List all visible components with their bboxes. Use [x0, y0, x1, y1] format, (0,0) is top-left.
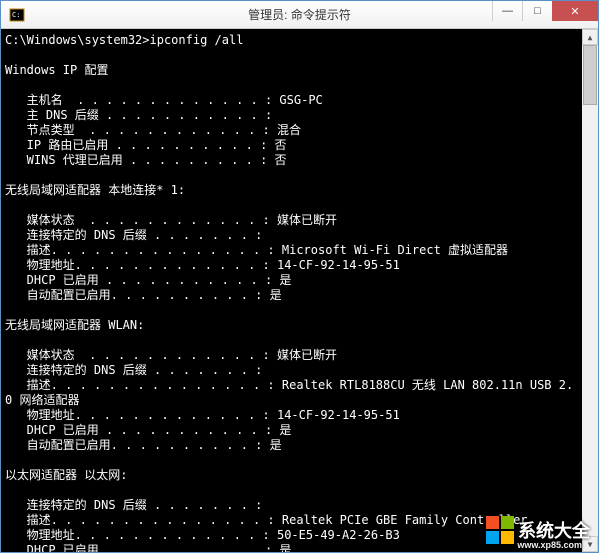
adapter-line: 描述. . . . . . . . . . . . . . . : Realte… [5, 513, 528, 527]
command-prompt-window: C: 管理员: 命令提示符 — □ ✕ C:\Windows\system32>… [0, 0, 599, 553]
minimize-button[interactable]: — [492, 1, 522, 21]
adapter-line: 描述. . . . . . . . . . . . . . . : Micros… [5, 243, 508, 257]
adapter-line: 物理地址. . . . . . . . . . . . . : 14-CF-92… [5, 258, 400, 272]
watermark-url: www.xp85.com [517, 540, 582, 550]
adapter-line: 物理地址. . . . . . . . . . . . . : 50-E5-49… [5, 528, 400, 542]
command: ipconfig /all [150, 33, 244, 47]
window-title: 管理员: 命令提示符 [248, 6, 351, 23]
app-icon: C: [7, 5, 27, 25]
section-header: Windows IP 配置 [5, 63, 108, 77]
adapter-line: DHCP 已启用 . . . . . . . . . . . : 是 [5, 543, 291, 552]
watermark: 系统大全 www.xp85.com [486, 516, 590, 544]
adapter-line: 自动配置已启用. . . . . . . . . . : 是 [5, 288, 282, 302]
adapter-line: 描述. . . . . . . . . . . . . . . : Realte… [5, 378, 573, 392]
prompt: C:\Windows\system32> [5, 33, 150, 47]
adapter-line: 连接特定的 DNS 后缀 . . . . . . . : [5, 363, 270, 377]
titlebar[interactable]: C: 管理员: 命令提示符 — □ ✕ [1, 1, 598, 29]
adapter-title: 无线局域网适配器 本地连接* 1: [5, 183, 185, 197]
adapter-line: 自动配置已启用. . . . . . . . . . : 是 [5, 438, 282, 452]
scroll-up-arrow[interactable]: ▲ [582, 29, 598, 45]
host-line: 节点类型 . . . . . . . . . . . . : 混合 [5, 123, 301, 137]
host-line: 主机名 . . . . . . . . . . . . . : GSG-PC [5, 93, 323, 107]
scroll-thumb[interactable] [583, 45, 597, 105]
host-line: IP 路由已启用 . . . . . . . . . . : 否 [5, 138, 287, 152]
adapter-line: 连接特定的 DNS 后缀 . . . . . . . : [5, 228, 270, 242]
scrollbar[interactable]: ▲ ▼ [582, 29, 598, 552]
adapter-line: 媒体状态 . . . . . . . . . . . . : 媒体已断开 [5, 348, 337, 362]
window-controls: — □ ✕ [492, 1, 598, 21]
close-button[interactable]: ✕ [552, 1, 598, 21]
svg-text:C:: C: [12, 11, 20, 19]
adapter-line: 媒体状态 . . . . . . . . . . . . : 媒体已断开 [5, 213, 337, 227]
host-line: 主 DNS 后缀 . . . . . . . . . . . : [5, 108, 279, 122]
adapter-line: 连接特定的 DNS 后缀 . . . . . . . : [5, 498, 270, 512]
terminal-output[interactable]: C:\Windows\system32>ipconfig /all Window… [1, 29, 598, 552]
adapter-title: 以太网适配器 以太网: [5, 468, 127, 482]
host-line: WINS 代理已启用 . . . . . . . . . : 否 [5, 153, 287, 167]
adapter-line: DHCP 已启用 . . . . . . . . . . . : 是 [5, 423, 291, 437]
adapter-line: 物理地址. . . . . . . . . . . . . : 14-CF-92… [5, 408, 400, 422]
maximize-button[interactable]: □ [522, 1, 552, 21]
windows-logo-icon [486, 516, 514, 544]
adapter-line: 0 网络适配器 [5, 393, 79, 407]
adapter-line: DHCP 已启用 . . . . . . . . . . . : 是 [5, 273, 291, 287]
adapter-title: 无线局域网适配器 WLAN: [5, 318, 144, 332]
